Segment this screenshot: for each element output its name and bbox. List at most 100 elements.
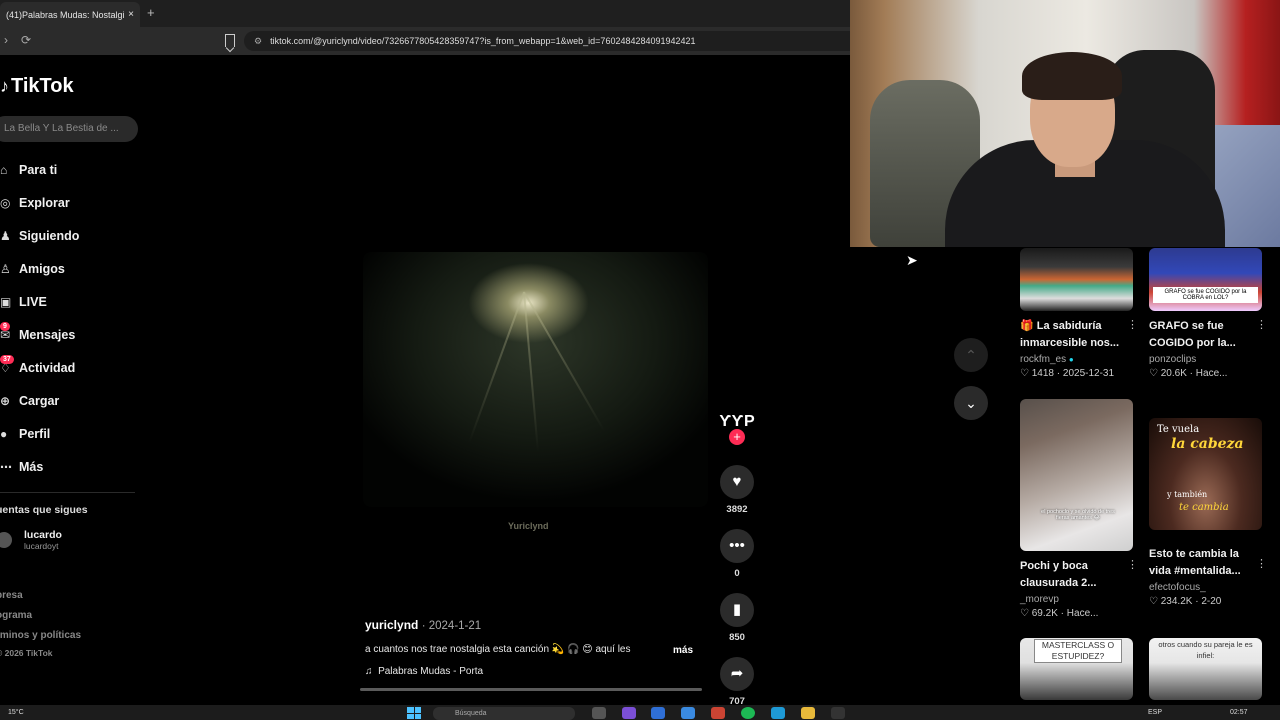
app-icon[interactable] xyxy=(651,707,665,719)
app-icon[interactable] xyxy=(831,707,845,719)
follow-plus-icon[interactable]: + xyxy=(729,429,745,445)
sidebar-item-para-ti[interactable]: ⌂ Para ti xyxy=(0,153,150,186)
upload-icon: ⊕ xyxy=(0,393,11,408)
video-thumbnail[interactable] xyxy=(1020,248,1133,311)
video-author[interactable]: yuriclynd xyxy=(365,618,418,632)
video-thumbnail[interactable]: otros cuando su pareja le es infiel: xyxy=(1149,638,1262,700)
mouse-cursor-icon: ➤ xyxy=(906,252,918,268)
forward-icon[interactable]: › xyxy=(4,33,8,47)
tiktok-note-icon: ♪ xyxy=(0,76,9,96)
save-action[interactable]: ▮ 850 xyxy=(718,593,756,643)
video-thumbnail[interactable]: Te vuela la cabeza y también te cambia xyxy=(1149,418,1262,530)
recommended-title[interactable]: Esto te cambia la vida #mentalida... xyxy=(1149,546,1259,580)
recommended-item[interactable]: MASTERCLASS O ESTUPIDEZ? xyxy=(1020,638,1138,700)
sidebar-item-amigos[interactable]: ♙ Amigos xyxy=(0,252,150,285)
recommended-title[interactable]: Pochi y boca clausurada 2... xyxy=(1020,558,1130,592)
app-icon[interactable] xyxy=(622,707,636,719)
tiktok-logo[interactable]: ♪ TikTok xyxy=(0,75,74,98)
previous-video-button[interactable]: ⌃ xyxy=(954,338,988,372)
windows-start-icon[interactable] xyxy=(407,707,421,719)
app-icon[interactable] xyxy=(771,707,785,719)
like-action[interactable]: ♥ 3892 xyxy=(718,465,756,515)
bookmark-icon[interactable]: ▮ xyxy=(720,593,754,627)
recommended-item[interactable]: GRAFO se fue COGIDO por la COBRA en LOL?… xyxy=(1149,248,1267,379)
music-note-icon: ♫ xyxy=(365,666,373,677)
recommended-author[interactable]: efectofocus_ xyxy=(1149,582,1267,593)
music-line[interactable]: ♫ Palabras Mudas - Porta xyxy=(365,666,483,677)
app-icon[interactable] xyxy=(681,707,695,719)
home-icon: ⌂ xyxy=(0,162,8,177)
avatar xyxy=(0,532,12,548)
reload-icon[interactable]: ⟳ xyxy=(21,33,31,47)
verified-icon: ● xyxy=(1068,355,1074,364)
more-options-icon[interactable]: ⋮ xyxy=(1127,318,1138,331)
following-user[interactable]: lucardo lucardoyt xyxy=(0,529,62,551)
recommended-author[interactable]: rockfm_es ● xyxy=(1020,354,1138,365)
more-options-icon[interactable]: ⋮ xyxy=(1256,557,1267,570)
recommended-stats: ♡ 1418 · 2025-12-31 xyxy=(1020,368,1115,379)
url-field[interactable]: ⚙ tiktok.com/@yuriclynd/video/7326677805… xyxy=(244,31,850,51)
clock[interactable]: 02:57 xyxy=(1230,709,1248,716)
sidebar-item-más[interactable]: ⋯ Más xyxy=(0,450,150,483)
video-player[interactable] xyxy=(363,252,708,507)
app-icon[interactable] xyxy=(711,707,725,719)
site-info-icon[interactable]: ⚙ xyxy=(254,36,262,47)
following-icon: ♟ xyxy=(0,228,11,243)
more-options-icon[interactable]: ⋮ xyxy=(1256,318,1267,331)
following-user-handle: lucardoyt xyxy=(24,541,59,551)
task-view-icon[interactable] xyxy=(592,707,606,719)
comment-count: 0 xyxy=(734,568,740,579)
new-tab-button[interactable]: + xyxy=(147,5,155,20)
footer-link-terms[interactable]: rminos y políticas xyxy=(0,626,81,646)
webcam-overlay xyxy=(850,0,1280,247)
footer-link-company[interactable]: presa xyxy=(0,586,81,606)
video-thumbnail[interactable]: el pochoclo y se olvidó de tres fieras a… xyxy=(1020,399,1133,551)
sidebar-item-siguiendo[interactable]: ♟ Siguiendo xyxy=(0,219,150,252)
like-count: 69.2K xyxy=(1031,608,1058,619)
sidebar-item-actividad[interactable]: ♢ Actividad 37 xyxy=(0,351,150,384)
recommended-author[interactable]: ponzoclips xyxy=(1149,354,1267,365)
more-options-icon[interactable]: ⋮ xyxy=(1127,558,1138,571)
taskbar-search[interactable]: Búsqueda xyxy=(433,707,575,720)
video-thumbnail[interactable]: GRAFO se fue COGIDO por la COBRA en LOL? xyxy=(1149,248,1262,311)
recommended-title[interactable]: GRAFO se fue COGIDO por la... xyxy=(1149,318,1259,352)
recommended-item[interactable]: 🎁 La sabiduría inmarcesible nos... ⋮ roc… xyxy=(1020,248,1138,379)
comment-action[interactable]: ••• 0 xyxy=(718,529,756,579)
video-progress-bar[interactable] xyxy=(360,688,702,691)
video-watermark: Yuriclynd xyxy=(508,521,549,531)
heart-icon[interactable]: ♥ xyxy=(720,465,754,499)
bookmark-icon[interactable] xyxy=(225,34,235,47)
more-button[interactable]: más xyxy=(673,645,693,656)
footer-link-program[interactable]: ograma xyxy=(0,606,81,626)
recommended-item[interactable]: el pochoclo y se olvidó de tres fieras a… xyxy=(1020,399,1138,619)
tab-close-icon[interactable]: × xyxy=(128,9,134,20)
share-action[interactable]: ➦ 707 xyxy=(718,657,756,707)
sidebar-item-mensajes[interactable]: ✉ Mensajes 9 xyxy=(0,318,150,351)
sidebar-item-live[interactable]: ▣ LIVE xyxy=(0,285,150,318)
notification-badge: 9 xyxy=(0,322,10,331)
browser-tab-bar: (41)Palabras Mudas: Nostalgi × + xyxy=(0,0,850,27)
recommended-author[interactable]: _morevp xyxy=(1020,594,1138,605)
weather-widget[interactable]: 15°C xyxy=(8,709,24,716)
next-video-button[interactable]: ⌄ xyxy=(954,386,988,420)
recommended-item[interactable]: Te vuela la cabeza y también te cambia E… xyxy=(1149,418,1267,607)
video-thumbnail[interactable]: MASTERCLASS O ESTUPIDEZ? xyxy=(1020,638,1133,700)
sidebar-item-perfil[interactable]: ● Perfil xyxy=(0,417,150,450)
spotify-icon[interactable] xyxy=(741,707,755,719)
thumbnail-caption: la cabeza xyxy=(1171,436,1244,452)
sidebar-item-cargar[interactable]: ⊕ Cargar xyxy=(0,384,150,417)
file-explorer-icon[interactable] xyxy=(801,707,815,719)
thumbnail-caption: te cambia xyxy=(1179,502,1229,513)
browser-tab[interactable]: (41)Palabras Mudas: Nostalgi × xyxy=(0,2,140,27)
post-time: 2025-12-31 xyxy=(1062,368,1115,379)
recommended-item[interactable]: otros cuando su pareja le es infiel: xyxy=(1149,638,1267,700)
video-date-separator: · xyxy=(421,620,429,632)
recommended-author-name: rockfm_es xyxy=(1020,354,1067,365)
sidebar-item-explorar[interactable]: ◎ Explorar xyxy=(0,186,150,219)
share-icon[interactable]: ➦ xyxy=(720,657,754,691)
comment-icon[interactable]: ••• xyxy=(720,529,754,563)
post-time: Hace... xyxy=(1195,368,1228,379)
recommended-title[interactable]: 🎁 La sabiduría inmarcesible nos... xyxy=(1020,318,1130,352)
language-indicator[interactable]: ESP xyxy=(1148,709,1162,716)
search-input[interactable]: La Bella Y La Bestia de ... xyxy=(0,116,138,142)
